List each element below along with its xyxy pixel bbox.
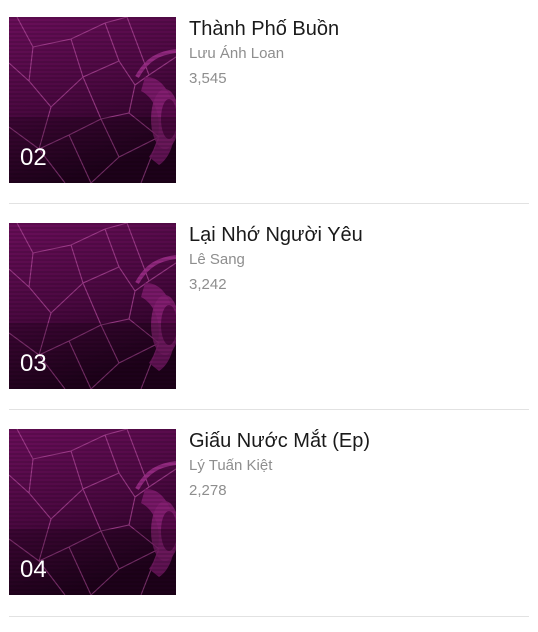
song-thumbnail[interactable]: 02 [9, 17, 176, 183]
song-artist[interactable]: Lê Sang [189, 251, 245, 269]
song-list-item: 04 Giấu Nước Mắt (Ep) Lý Tuấn Kiệt 2,278 [0, 412, 538, 618]
divider [9, 203, 529, 204]
divider [9, 409, 529, 410]
song-list-item: 03 Lại Nhớ Người Yêu Lê Sang 3,242 [0, 206, 538, 412]
song-rank: 03 [20, 350, 47, 377]
song-list: 02 Thành Phố Buồn Lưu Ánh Loan 3,545 03 … [0, 0, 538, 618]
song-title[interactable]: Giấu Nước Mắt (Ep) [189, 429, 370, 453]
song-artist[interactable]: Lý Tuấn Kiệt [189, 457, 272, 475]
song-play-count: 3,242 [189, 276, 227, 293]
song-rank: 02 [20, 144, 47, 171]
divider [9, 616, 529, 617]
song-title[interactable]: Thành Phố Buồn [189, 17, 339, 41]
song-artist[interactable]: Lưu Ánh Loan [189, 45, 284, 63]
song-title[interactable]: Lại Nhớ Người Yêu [189, 223, 363, 247]
song-thumbnail[interactable]: 03 [9, 223, 176, 389]
song-thumbnail[interactable]: 04 [9, 429, 176, 595]
song-rank: 04 [20, 556, 47, 583]
song-play-count: 2,278 [189, 482, 227, 499]
song-list-item: 02 Thành Phố Buồn Lưu Ánh Loan 3,545 [0, 0, 538, 206]
song-play-count: 3,545 [189, 70, 227, 87]
